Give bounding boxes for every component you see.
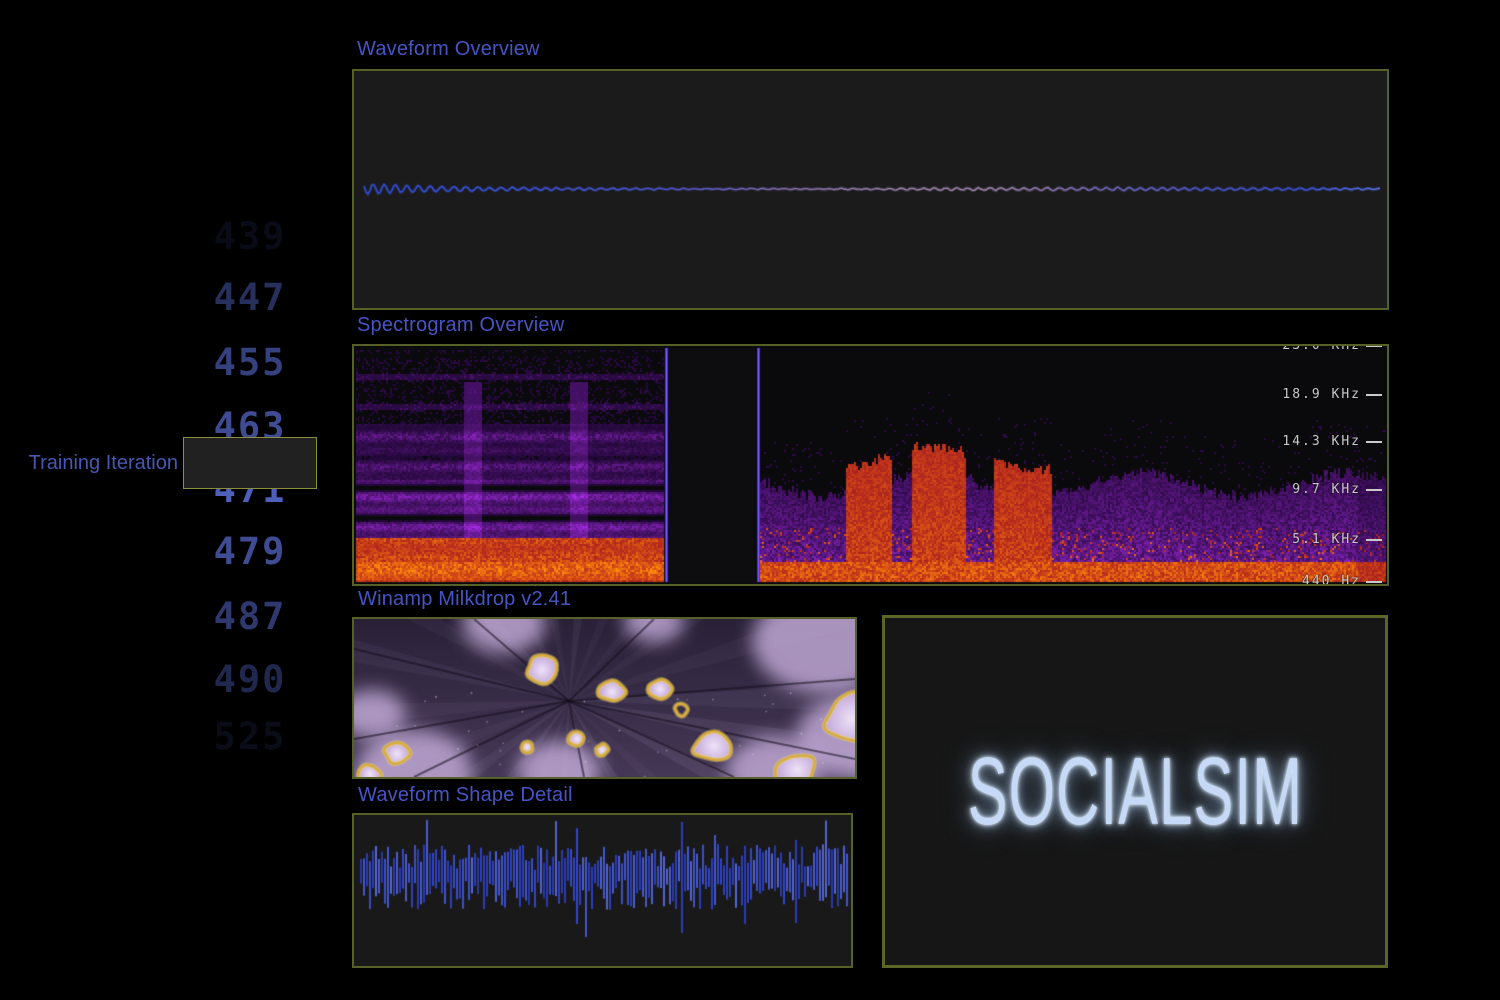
frequency-tick-text: 440 Hz [1302,574,1361,586]
frequency-tick-text: 9.7 KHz [1292,482,1361,497]
milkdrop-panel [352,617,857,779]
waveform-detail-title: Waveform Shape Detail [358,784,573,807]
waveform-overview-title: Waveform Overview [357,38,540,61]
milkdrop-title: Winamp Milkdrop v2.41 [358,588,571,611]
iteration-value[interactable]: 525 [183,718,317,755]
frequency-tick-text: 23.0 KHz [1282,344,1361,353]
waveform-detail-canvas [354,815,851,966]
frequency-tick-dash [1366,441,1382,443]
frequency-tick-dash [1366,394,1382,396]
iteration-selection-box [183,437,317,489]
iteration-value[interactable]: 439 [183,218,317,255]
frequency-tick: 9.7 KHz [1292,482,1382,497]
frequency-tick-text: 14.3 KHz [1282,434,1361,449]
iteration-value[interactable]: 447 [183,279,317,316]
iteration-value[interactable]: 487 [183,598,317,635]
frequency-tick-text: 5.1 KHz [1292,532,1361,547]
frequency-tick-text: 18.9 KHz [1282,387,1361,402]
frequency-tick-dash [1366,489,1382,491]
iteration-selector[interactable]: 439447455463471479487490525 [183,0,317,1000]
frequency-tick-dash [1366,539,1382,541]
frequency-tick-dash [1366,581,1382,583]
waveform-overview-canvas [354,71,1387,308]
socialsim-logo-text: SOCIALSIM [967,737,1302,847]
waveform-overview-panel [352,69,1389,310]
frequency-tick-dash [1366,345,1382,347]
socialsim-panel: SOCIALSIM [882,615,1388,968]
iteration-value[interactable]: 490 [183,661,317,698]
spectrogram-canvas [354,346,1387,584]
frequency-tick: 18.9 KHz [1282,387,1382,402]
milkdrop-visualization-canvas [354,619,855,777]
iteration-value[interactable]: 455 [183,344,317,381]
frequency-tick: 23.0 KHz [1282,344,1382,353]
spectrogram-title: Spectrogram Overview [357,314,564,337]
frequency-tick: 14.3 KHz [1282,434,1382,449]
frequency-tick: 5.1 KHz [1292,532,1382,547]
spectrogram-panel: 23.0 KHz 18.9 KHz 14.3 KHz 9.7 KHz 5.1 KHz 44… [352,344,1389,586]
frequency-tick: 440 Hz [1302,574,1382,586]
iteration-value[interactable]: 479 [183,533,317,570]
waveform-detail-panel [352,813,853,968]
training-iteration-label: Training Iteration [22,452,178,475]
